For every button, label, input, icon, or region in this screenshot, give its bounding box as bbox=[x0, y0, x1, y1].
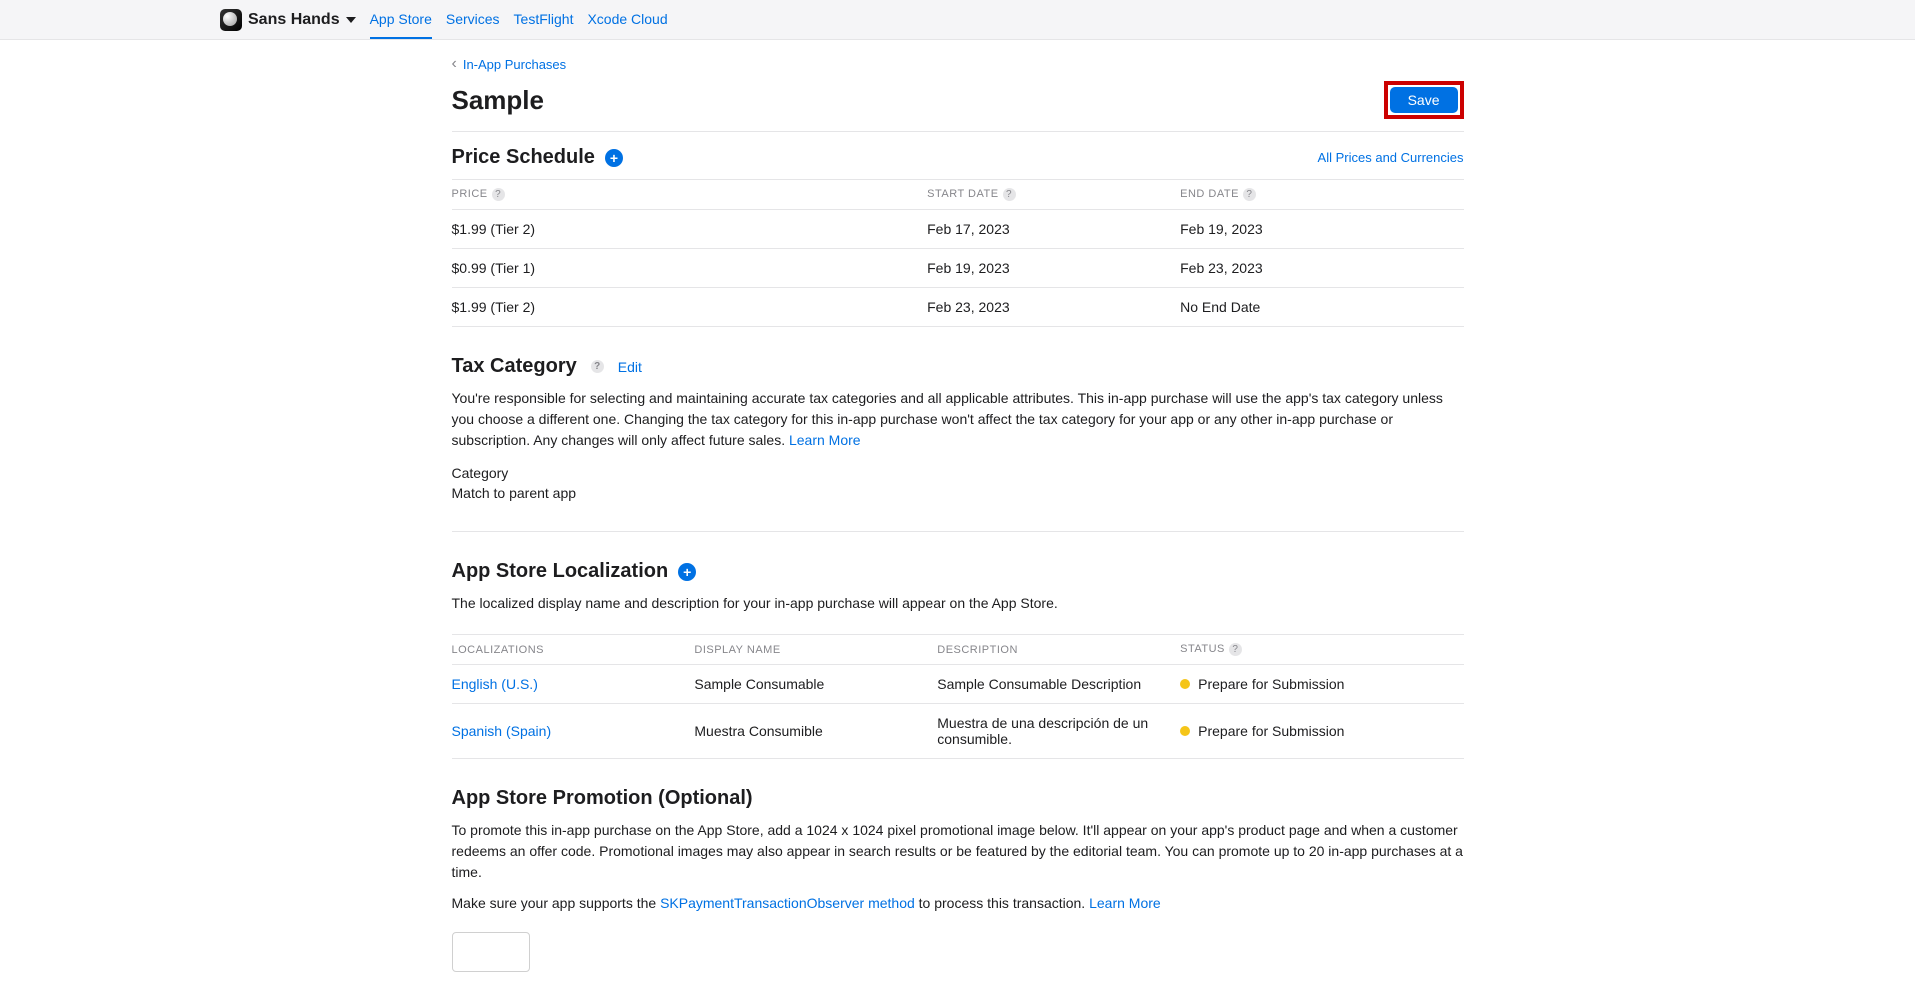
table-row: $0.99 (Tier 1) Feb 19, 2023 Feb 23, 2023 bbox=[452, 249, 1464, 288]
locale-link[interactable]: English (U.S.) bbox=[452, 676, 538, 692]
tax-description: You're responsible for selecting and mai… bbox=[452, 388, 1464, 451]
app-icon bbox=[220, 9, 242, 31]
app-selector[interactable]: Sans Hands bbox=[220, 9, 356, 31]
tab-services[interactable]: Services bbox=[446, 1, 500, 39]
price-schedule-table: PRICE? START DATE? END DATE? $1.99 (Tier… bbox=[452, 179, 1464, 327]
add-price-icon[interactable]: + bbox=[605, 149, 623, 167]
end-cell: Feb 23, 2023 bbox=[1180, 249, 1463, 288]
category-label: Category bbox=[452, 465, 1464, 481]
divider bbox=[452, 531, 1464, 532]
tax-category-title: Tax Category bbox=[452, 355, 577, 378]
tax-learn-more-link[interactable]: Learn More bbox=[789, 432, 861, 448]
promo-image-upload[interactable] bbox=[452, 932, 530, 972]
observer-method-link[interactable]: SKPaymentTransactionObserver method bbox=[660, 895, 915, 911]
help-icon[interactable]: ? bbox=[1243, 188, 1256, 201]
breadcrumb[interactable]: ‹ In-App Purchases bbox=[452, 55, 1464, 73]
start-cell: Feb 17, 2023 bbox=[927, 210, 1180, 249]
table-row: $1.99 (Tier 2) Feb 23, 2023 No End Date bbox=[452, 288, 1464, 327]
status-dot-icon bbox=[1180, 726, 1190, 736]
desc-header: DESCRIPTION bbox=[937, 644, 1018, 656]
add-localization-icon[interactable]: + bbox=[678, 563, 696, 581]
category-value: Match to parent app bbox=[452, 485, 1464, 501]
all-prices-link[interactable]: All Prices and Currencies bbox=[1318, 150, 1464, 165]
price-cell: $1.99 (Tier 2) bbox=[452, 288, 928, 327]
nav-tabs: App Store Services TestFlight Xcode Clou… bbox=[370, 1, 668, 39]
chevron-left-icon: ‹ bbox=[452, 55, 457, 73]
tab-testflight[interactable]: TestFlight bbox=[514, 1, 574, 39]
status-text: Prepare for Submission bbox=[1198, 676, 1344, 692]
localization-title: App Store Localization bbox=[452, 560, 669, 583]
help-icon[interactable]: ? bbox=[591, 360, 604, 373]
display-header: DISPLAY NAME bbox=[694, 644, 780, 656]
table-row: Spanish (Spain) Muestra Consumible Muest… bbox=[452, 704, 1464, 759]
desc-cell: Sample Consumable Description bbox=[937, 665, 1180, 704]
desc-cell: Muestra de una descripción de un consumi… bbox=[937, 704, 1180, 759]
save-button[interactable]: Save bbox=[1390, 87, 1458, 113]
display-cell: Muestra Consumible bbox=[694, 704, 937, 759]
price-cell: $0.99 (Tier 1) bbox=[452, 249, 928, 288]
save-highlight-box: Save bbox=[1384, 81, 1464, 119]
localization-table: LOCALIZATIONS DISPLAY NAME DESCRIPTION S… bbox=[452, 634, 1464, 759]
locale-link[interactable]: Spanish (Spain) bbox=[452, 723, 552, 739]
promotion-learn-more-link[interactable]: Learn More bbox=[1089, 895, 1161, 911]
status-dot-icon bbox=[1180, 679, 1190, 689]
edit-tax-link[interactable]: Edit bbox=[618, 359, 642, 375]
help-icon[interactable]: ? bbox=[1003, 188, 1016, 201]
promotion-support-text: Make sure your app supports the SKPaymen… bbox=[452, 893, 1464, 914]
loc-header: LOCALIZATIONS bbox=[452, 644, 544, 656]
breadcrumb-label: In-App Purchases bbox=[463, 57, 566, 72]
promotion-description: To promote this in-app purchase on the A… bbox=[452, 820, 1464, 883]
start-date-header: START DATE bbox=[927, 188, 998, 200]
end-cell: No End Date bbox=[1180, 288, 1463, 327]
display-cell: Sample Consumable bbox=[694, 665, 937, 704]
end-date-header: END DATE bbox=[1180, 188, 1239, 200]
price-header: PRICE bbox=[452, 188, 488, 200]
table-row: $1.99 (Tier 2) Feb 17, 2023 Feb 19, 2023 bbox=[452, 210, 1464, 249]
table-row: English (U.S.) Sample Consumable Sample … bbox=[452, 665, 1464, 704]
help-icon[interactable]: ? bbox=[492, 188, 505, 201]
status-text: Prepare for Submission bbox=[1198, 723, 1344, 739]
price-schedule-title: Price Schedule bbox=[452, 146, 595, 169]
start-cell: Feb 23, 2023 bbox=[927, 288, 1180, 327]
price-cell: $1.99 (Tier 2) bbox=[452, 210, 928, 249]
help-icon[interactable]: ? bbox=[1229, 643, 1242, 656]
page-title: Sample bbox=[452, 85, 545, 116]
status-header: STATUS bbox=[1180, 643, 1225, 655]
app-name: Sans Hands bbox=[248, 11, 340, 29]
promotion-title: App Store Promotion (Optional) bbox=[452, 787, 753, 810]
localization-description: The localized display name and descripti… bbox=[452, 593, 1464, 614]
start-cell: Feb 19, 2023 bbox=[927, 249, 1180, 288]
top-navigation-bar: Sans Hands App Store Services TestFlight… bbox=[0, 0, 1915, 40]
chevron-down-icon bbox=[346, 17, 356, 23]
tab-app-store[interactable]: App Store bbox=[370, 1, 432, 39]
tab-xcode-cloud[interactable]: Xcode Cloud bbox=[587, 1, 667, 39]
end-cell: Feb 19, 2023 bbox=[1180, 210, 1463, 249]
